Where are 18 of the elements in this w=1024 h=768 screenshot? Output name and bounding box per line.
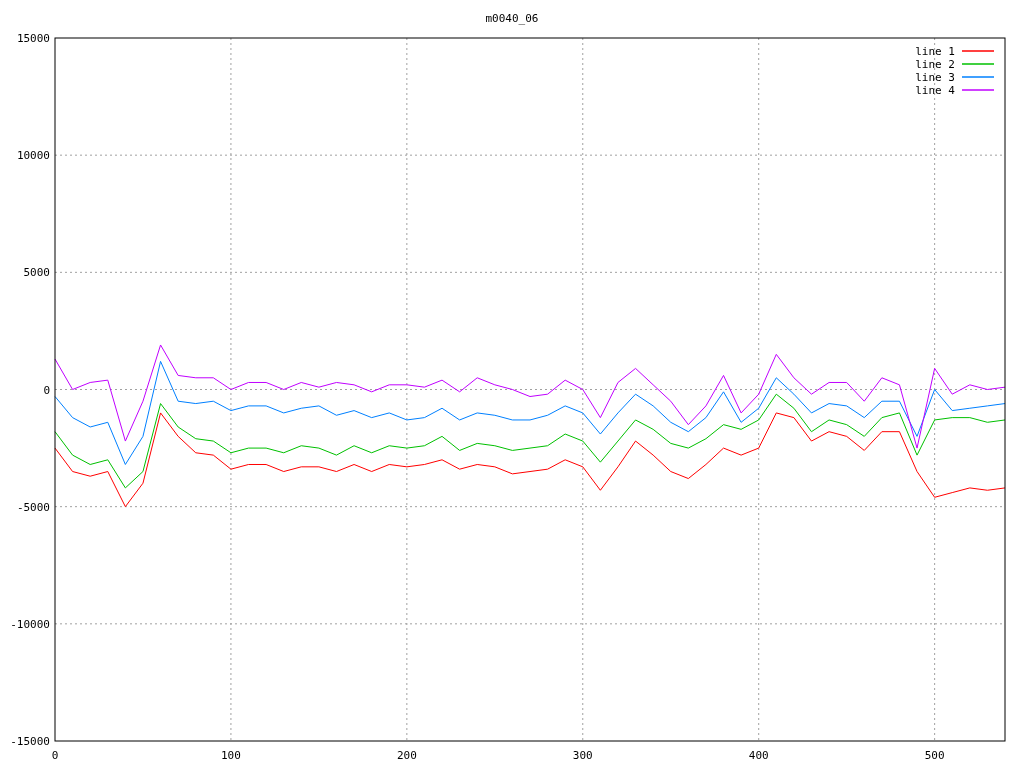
- y-axis-tick-label: -15000: [10, 735, 50, 748]
- x-axis-tick-label: 500: [924, 749, 945, 762]
- y-axis-tick-label: 0: [43, 383, 50, 397]
- legend-label: line 1: [915, 45, 955, 58]
- legend-label: line 2: [915, 58, 955, 71]
- y-axis-tick-label: 10000: [16, 149, 50, 163]
- y-axis-tick-label: -10000: [10, 617, 50, 631]
- x-axis-tick-label: 100: [221, 749, 241, 762]
- legend-label: line 4: [915, 84, 955, 97]
- y-axis-tick-label: -5000: [16, 500, 50, 514]
- x-axis-tick-label: 0: [51, 749, 59, 762]
- x-axis-tick-label: 200: [396, 749, 417, 762]
- y-axis-tick-label: 15000: [16, 32, 50, 45]
- y-axis-tick-label: 5000: [23, 266, 50, 280]
- x-axis-tick-label: 300: [572, 749, 593, 762]
- x-axis-tick-label: 400: [748, 749, 769, 762]
- chart-title: m0040_06: [485, 12, 539, 25]
- legend-label: line 3: [915, 71, 955, 84]
